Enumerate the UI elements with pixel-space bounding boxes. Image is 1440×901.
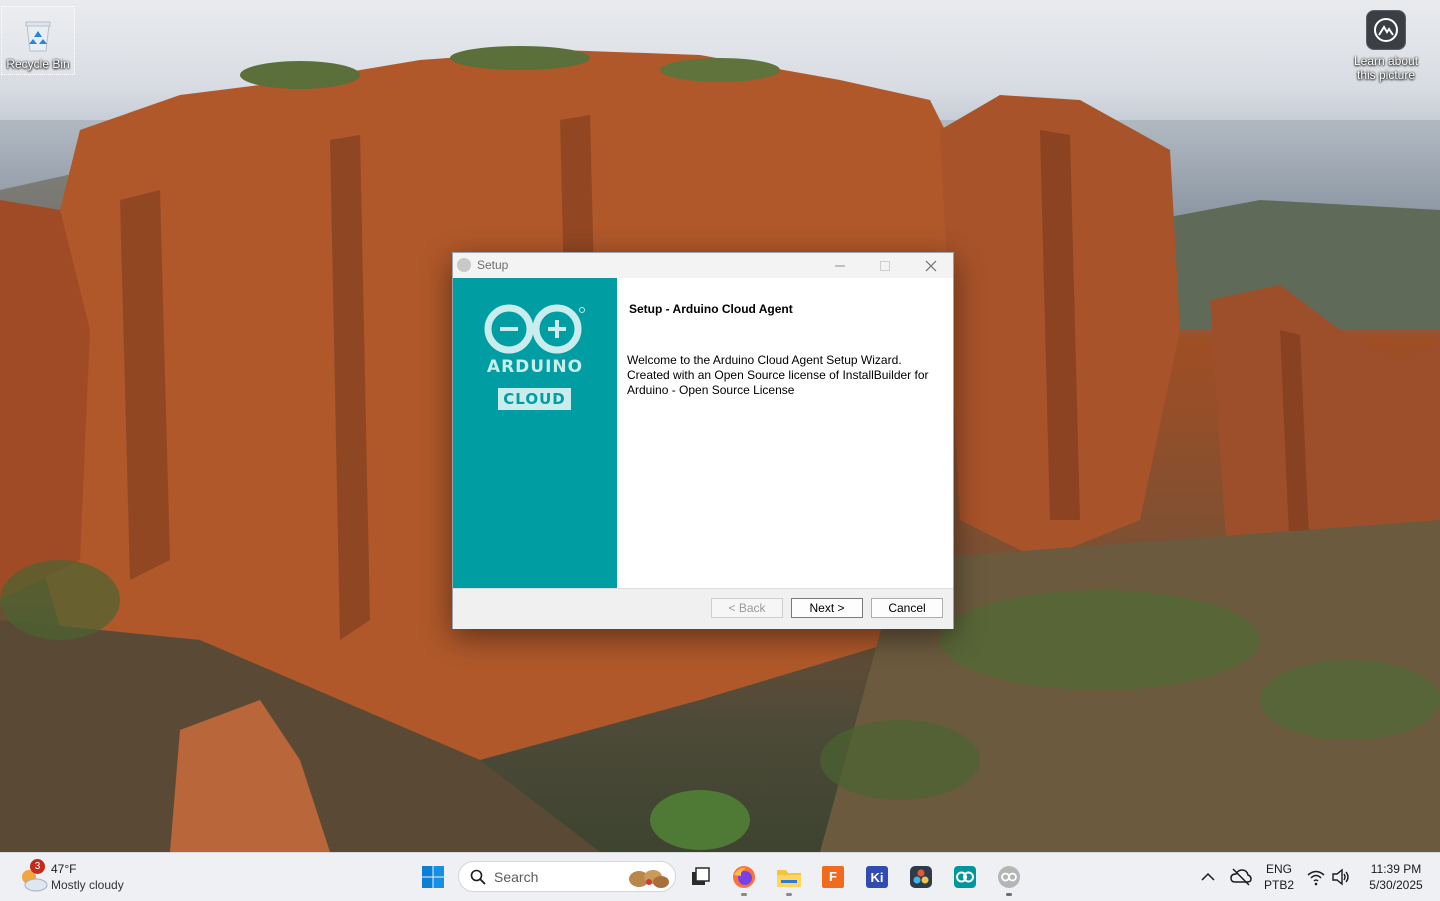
- learn-about-label-2: this picture: [1356, 68, 1416, 82]
- chevron-up-icon: [1201, 872, 1215, 881]
- setup-window: Setup ARDUINO CLOUD Setup - Arduino Clou…: [452, 252, 954, 629]
- show-hidden-icons-button[interactable]: [1199, 868, 1217, 891]
- arduino-app-icon: [457, 258, 471, 272]
- cancel-button[interactable]: Cancel: [871, 598, 943, 618]
- davinci-resolve-taskbar-button[interactable]: [907, 863, 935, 891]
- back-button[interactable]: < Back: [711, 598, 783, 618]
- arduino-setup-running-indicator: [1006, 893, 1012, 896]
- network-button[interactable]: [1306, 867, 1326, 892]
- arduino-setup-icon: [998, 866, 1020, 888]
- learn-about-picture-shortcut[interactable]: Learn about this picture: [1350, 10, 1422, 82]
- task-view-icon: [692, 867, 710, 885]
- speaker-icon: [1332, 868, 1349, 886]
- recycle-bin-label: Recycle Bin: [6, 57, 70, 71]
- firefox-running-indicator: [741, 893, 747, 896]
- davinci-resolve-icon: [910, 866, 932, 888]
- file-explorer-taskbar-button[interactable]: [775, 863, 803, 891]
- kicad-app-icon: Ki: [866, 866, 888, 888]
- search-placeholder: Search: [494, 869, 539, 885]
- arduino-ide-taskbar-button[interactable]: [951, 863, 979, 891]
- recycle-bin-shortcut[interactable]: Recycle Bin: [1, 6, 75, 75]
- taskbar: 3 47°F Mostly cloudy Search F Ki ENG PTB…: [0, 852, 1440, 901]
- weather-temperature: 47°F: [51, 862, 77, 876]
- camera-lens-icon: [1366, 10, 1406, 50]
- wifi-icon: [1307, 870, 1325, 886]
- firefox-taskbar-button[interactable]: [730, 863, 758, 891]
- weather-widget[interactable]: 3 47°F Mostly cloudy: [14, 857, 154, 897]
- kicad-taskbar-button[interactable]: Ki: [863, 863, 891, 891]
- maximize-icon: [879, 260, 890, 271]
- volume-button[interactable]: [1331, 867, 1351, 892]
- arduino-setup-taskbar-button[interactable]: [995, 863, 1023, 891]
- svg-text:Ki: Ki: [871, 870, 884, 885]
- wizard-footer: < Back Next > Cancel: [453, 588, 953, 629]
- welcome-text: Welcome to the Arduino Cloud Agent Setup…: [627, 353, 929, 397]
- onedrive-status-button[interactable]: [1230, 867, 1252, 892]
- fusion-taskbar-button[interactable]: F: [819, 863, 847, 891]
- wizard-heading: Setup - Arduino Cloud Agent: [629, 302, 793, 316]
- folder-icon: [777, 870, 801, 887]
- taskbar-search-box[interactable]: Search: [458, 861, 676, 892]
- weather-badge: 3: [30, 859, 45, 874]
- clock-date[interactable]: 5/30/2025: [1358, 878, 1434, 892]
- wizard-content: Setup - Arduino Cloud Agent Welcome to t…: [617, 278, 953, 588]
- minimize-button[interactable]: [817, 253, 862, 278]
- window-title: Setup: [477, 258, 509, 272]
- cloud-logo-text: CLOUD: [503, 390, 566, 408]
- cloud-logo-badge: CLOUD: [498, 388, 571, 410]
- weather-condition: Mostly cloudy: [51, 878, 124, 892]
- arduino-cloud-banner: ARDUINO CLOUD: [453, 278, 617, 588]
- cloud-offline-icon: [1230, 868, 1252, 886]
- clock-time[interactable]: 11:39 PM: [1358, 862, 1434, 876]
- task-view-button[interactable]: [686, 863, 714, 891]
- firefox-icon: [733, 866, 755, 888]
- arduino-ide-icon: [954, 866, 976, 888]
- language-code[interactable]: ENG: [1259, 862, 1299, 876]
- keyboard-layout[interactable]: PTB2: [1259, 878, 1299, 892]
- start-button[interactable]: [419, 863, 447, 891]
- close-button[interactable]: [908, 253, 953, 278]
- windows-logo-icon: [422, 866, 444, 888]
- close-icon: [925, 260, 936, 271]
- learn-about-label-1: Learn about: [1353, 54, 1419, 68]
- next-button[interactable]: Next >: [791, 598, 863, 618]
- window-titlebar[interactable]: Setup: [453, 253, 953, 278]
- file-explorer-running-indicator: [786, 893, 792, 896]
- fusion-app-icon: F: [822, 866, 844, 888]
- search-highlight-potatoes-icon: [629, 870, 669, 888]
- search-icon: [470, 869, 486, 885]
- minimize-icon: [834, 265, 845, 266]
- svg-text:F: F: [829, 869, 837, 884]
- maximize-button[interactable]: [862, 253, 907, 278]
- arduino-logo-text: ARDUINO: [486, 357, 584, 377]
- recycle-bin-icon: [23, 17, 53, 53]
